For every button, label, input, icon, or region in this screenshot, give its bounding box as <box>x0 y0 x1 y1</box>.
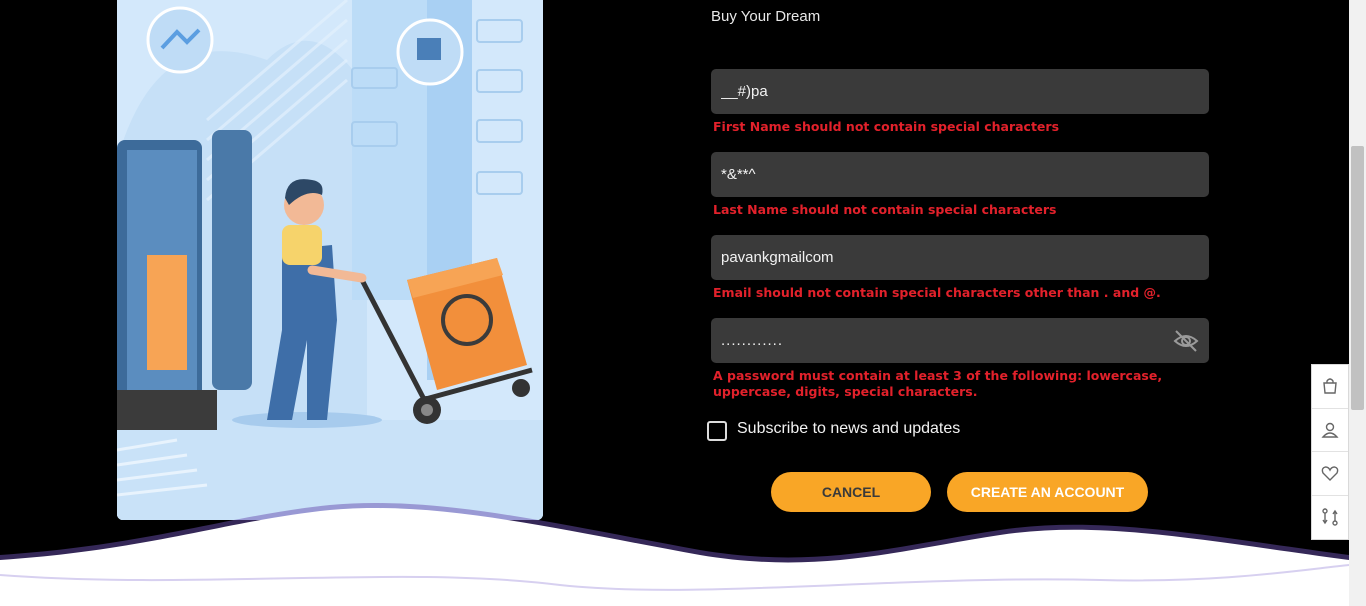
sidebar-item-cart[interactable] <box>1312 365 1348 409</box>
last-name-field-wrapper <box>711 152 1209 197</box>
first-name-field-wrapper <box>711 69 1209 114</box>
subscribe-checkbox[interactable] <box>707 421 727 441</box>
password-field-wrapper <box>711 318 1209 363</box>
hero-illustration <box>117 0 543 520</box>
first-name-input[interactable] <box>711 69 1209 114</box>
sidebar-item-compare[interactable] <box>1312 496 1348 540</box>
subscribe-label: Subscribe to news and updates <box>737 420 961 437</box>
email-error: Email should not contain special charact… <box>713 285 1161 300</box>
last-name-input[interactable] <box>711 152 1209 197</box>
email-input[interactable] <box>711 235 1209 280</box>
bag-icon <box>1323 378 1337 394</box>
heart-icon <box>1321 466 1339 482</box>
password-error: A password must contain at least 3 of th… <box>713 368 1163 399</box>
floating-sidebar <box>1311 364 1349 540</box>
delivery-man-illustration <box>117 0 543 520</box>
page-scrollbar-thumb[interactable] <box>1351 146 1364 410</box>
first-name-error: First Name should not contain special ch… <box>713 119 1060 134</box>
footer-wave <box>0 503 1349 606</box>
compare-icon <box>1322 508 1338 526</box>
last-name-error: Last Name should not contain special cha… <box>713 202 1057 217</box>
brand-tagline: Buy Your Dream <box>711 8 821 25</box>
eye-slash-icon[interactable] <box>1173 328 1199 354</box>
sidebar-item-account[interactable] <box>1312 409 1348 452</box>
user-icon <box>1321 422 1339 438</box>
email-field-wrapper <box>711 235 1209 280</box>
password-input[interactable] <box>711 318 1209 363</box>
sidebar-item-wishlist[interactable] <box>1312 452 1348 496</box>
